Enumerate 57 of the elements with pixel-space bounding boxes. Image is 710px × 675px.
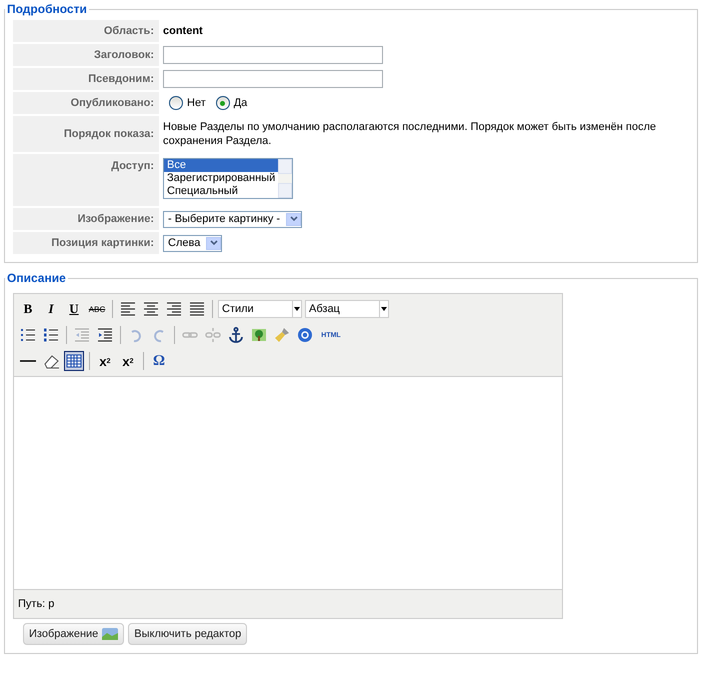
align-center-icon — [142, 300, 160, 318]
list-option[interactable]: Специальный — [164, 185, 278, 198]
access-listbox[interactable]: Все Зарегистрированный Специальный — [163, 158, 293, 199]
indent-icon — [96, 326, 114, 344]
format-button[interactable]: x$^{2}$ — [118, 351, 138, 371]
dropdown-arrow-icon — [294, 307, 300, 311]
horizontal-rule-icon — [20, 360, 36, 362]
align-left-icon — [119, 300, 137, 318]
field-label: Заголовок: — [13, 44, 159, 66]
help-icon — [296, 326, 314, 344]
picture-icon — [102, 628, 118, 640]
image-icon — [250, 326, 268, 344]
format-button[interactable]: ABC — [87, 299, 107, 319]
select-field[interactable]: - Выберите картинку - — [163, 210, 302, 228]
unlink-icon — [204, 326, 222, 344]
list-option[interactable]: Все — [164, 159, 278, 172]
text-input[interactable] — [163, 70, 383, 88]
field-value: content — [163, 25, 203, 37]
text-input[interactable] — [163, 46, 383, 64]
bullet-list-icon — [19, 326, 37, 344]
radio-button[interactable] — [216, 96, 230, 110]
format-button[interactable]: Ω — [149, 351, 169, 371]
editor-button[interactable]: Выключить редактор — [128, 623, 248, 645]
format-button[interactable]: U — [64, 299, 84, 319]
element-path: Путь: p — [14, 589, 562, 618]
help-button[interactable] — [295, 325, 315, 345]
field-label: Доступ: — [13, 154, 159, 206]
align-right-icon — [165, 300, 183, 318]
section-title: Подробности — [6, 2, 88, 16]
help-text: Новые Разделы по умолчанию располагаются последними. Порядок может быть изменён после сохранения Раздела. — [163, 120, 658, 148]
field-label: Позиция картинки: — [13, 232, 159, 254]
anchor-icon — [227, 326, 245, 344]
format-button[interactable]: I — [41, 299, 61, 319]
format-dropdown[interactable]: Стили — [218, 300, 302, 318]
numbered-list-icon — [42, 326, 60, 344]
anchor-button[interactable] — [226, 325, 246, 345]
field-label: Область: — [13, 20, 159, 42]
field-label: Порядок показа: — [13, 116, 159, 152]
justify-icon — [188, 300, 206, 318]
radio-label: Да — [234, 97, 248, 109]
list-option[interactable]: Зарегистрированный — [164, 172, 278, 185]
section-title: Описание — [6, 271, 67, 285]
format-button[interactable]: B — [18, 299, 38, 319]
table-icon — [65, 352, 83, 370]
scrollbar — [278, 159, 292, 198]
select-field[interactable]: Слева — [163, 234, 222, 252]
editor-button[interactable]: Изображение — [23, 623, 124, 645]
brush-icon — [273, 326, 291, 344]
outdent-icon — [73, 326, 91, 344]
format-dropdown[interactable]: Абзац — [305, 300, 389, 318]
field-label: Псевдоним: — [13, 68, 159, 90]
radio-label: Нет — [187, 97, 206, 109]
radio-button[interactable] — [169, 96, 183, 110]
dropdown-arrow-icon — [381, 307, 387, 311]
field-label: Изображение: — [13, 208, 159, 230]
table-button[interactable] — [64, 351, 84, 371]
field-label: Опубликовано: — [13, 92, 159, 114]
